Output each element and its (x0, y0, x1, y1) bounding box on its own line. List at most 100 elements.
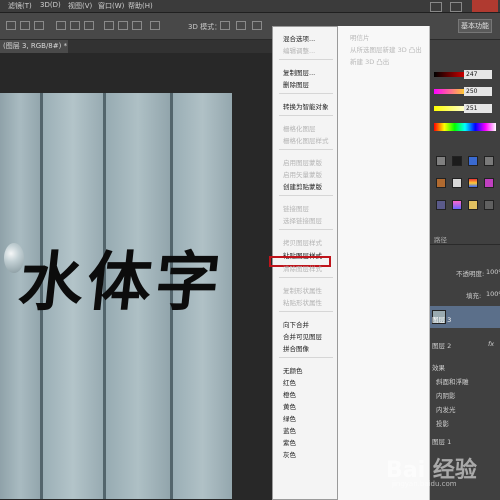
menu-separator (279, 93, 333, 94)
menu-separator (279, 59, 333, 60)
menu-help[interactable]: 帮助(H) (128, 1, 153, 11)
menu-item-new-3d-extrusion-from-layer[interactable]: 从所选图层新建 3D 凸出 (350, 44, 422, 54)
menu-separator (279, 149, 333, 150)
menu-item-violet[interactable]: 紫色 (283, 437, 296, 447)
workspace-select[interactable]: 基本功能 (458, 19, 492, 33)
distribute-middle-icon[interactable] (70, 21, 80, 30)
menu-item-clear-layer-style[interactable]: 清除图层样式 (283, 263, 322, 273)
menu-item-enable-layer-mask[interactable]: 启用图层蒙版 (283, 157, 322, 167)
menu-item-new-3d-extrusion[interactable]: 新建 3D 凸出 (350, 56, 389, 66)
red-value[interactable]: 247 (464, 70, 492, 79)
menu-item-merge-visible[interactable]: 合并可见图层 (283, 331, 322, 341)
close-window-icon[interactable] (472, 0, 498, 12)
adjustment-icon[interactable] (484, 200, 494, 210)
menu-item-link-layers[interactable]: 链接图层 (283, 203, 309, 213)
effect-bevel-emboss[interactable]: 斜面和浮雕 (436, 376, 469, 386)
menu-separator (279, 229, 333, 230)
layer-row-3[interactable]: 图层 3 (430, 306, 500, 328)
menu-item-flatten-image[interactable]: 拼合图像 (283, 343, 309, 353)
maximize-icon[interactable] (450, 2, 462, 12)
blue-value[interactable]: 251 (464, 104, 492, 113)
layer-row-2[interactable]: 图层 2 fx (430, 334, 500, 356)
opacity-value[interactable]: 100% (486, 268, 500, 276)
menu-item-copy-shape-attributes[interactable]: 复制形状属性 (283, 285, 322, 295)
menu-filter[interactable]: 滤镜(T) (8, 1, 32, 11)
menu-item-red[interactable]: 红色 (283, 377, 296, 387)
document-canvas[interactable]: 水体字 (0, 93, 232, 499)
adjustment-icon[interactable] (452, 156, 462, 166)
fill-label: 填充: (466, 292, 482, 300)
document-tab[interactable]: (图层 3, RGB/8#) * × (0, 40, 68, 63)
layer-name: 图层 3 (432, 316, 452, 324)
adjustment-icon[interactable] (468, 156, 478, 166)
menu-item-convert-smart-object[interactable]: 转换为智能对象 (283, 101, 329, 111)
distribute-top-icon[interactable] (56, 21, 66, 30)
menu-item-gray[interactable]: 灰色 (283, 449, 296, 459)
distribute-left-icon[interactable] (104, 21, 114, 30)
align-center-icon[interactable] (20, 21, 30, 30)
roll-3d-icon[interactable] (236, 21, 246, 30)
menu-item-blending-options[interactable]: 混合选项... (283, 33, 315, 43)
distribute-right-icon[interactable] (132, 21, 142, 30)
menu-item-postcard[interactable]: 明信片 (350, 32, 370, 42)
menu-item-yellow[interactable]: 黄色 (283, 401, 296, 411)
opacity-label: 不透明度: (456, 270, 485, 278)
menu-item-copy-layer-style[interactable]: 拷贝图层样式 (283, 237, 322, 247)
menu-item-enable-vector-mask[interactable]: 启用矢量蒙版 (283, 169, 322, 179)
color-spectrum[interactable] (434, 123, 496, 131)
menu-item-green[interactable]: 绿色 (283, 413, 296, 423)
adjustment-icon[interactable] (436, 200, 446, 210)
menu-item-create-clipping-mask[interactable]: 创建剪贴蒙版 (283, 181, 322, 191)
menu-item-paste-shape-attributes[interactable]: 粘贴形状属性 (283, 297, 322, 307)
menu-separator (279, 115, 333, 116)
menu-separator (279, 311, 333, 312)
menu-item-merge-down[interactable]: 向下合并 (283, 319, 309, 329)
menu-item-no-color[interactable]: 无颜色 (283, 365, 303, 375)
menu-item-delete-layer[interactable]: 删除图层 (283, 79, 309, 89)
menu-item-edit-adjustment[interactable]: 编辑调整... (283, 45, 315, 55)
green-value[interactable]: 250 (464, 87, 492, 96)
menu-item-orange[interactable]: 橙色 (283, 389, 296, 399)
effect-drop-shadow[interactable]: 投影 (436, 418, 449, 428)
distribute-hcenter-icon[interactable] (118, 21, 128, 30)
drag-3d-icon[interactable] (252, 21, 262, 30)
distribute-bottom-icon[interactable] (84, 21, 94, 30)
canvas-area: 水体字 (0, 53, 272, 500)
adjustment-icon[interactable] (436, 178, 446, 188)
adjustment-icon[interactable] (452, 200, 462, 210)
adjustment-icon[interactable] (484, 156, 494, 166)
adjustment-icon[interactable] (484, 178, 494, 188)
adjustment-icon[interactable] (468, 178, 478, 188)
calligraphy-text: 水体字 (15, 245, 228, 320)
menu-item-select-linked-layers[interactable]: 选择链接图层 (283, 215, 322, 225)
effect-inner-shadow[interactable]: 内阴影 (436, 390, 456, 400)
menu-item-duplicate-layer[interactable]: 复制图层... (283, 67, 315, 77)
auto-align-icon[interactable] (150, 21, 160, 30)
menu-bar: 滤镜(T) 3D(D) 视图(V) 窗口(W) 帮助(H) (0, 0, 500, 13)
align-right-icon[interactable] (34, 21, 44, 30)
fill-value[interactable]: 100% (486, 290, 500, 298)
menu-window[interactable]: 窗口(W) (98, 1, 124, 11)
adjustment-icon[interactable] (452, 178, 462, 188)
right-panels: 247 250 251 路径 不透明度: 100% 填充: 100% 图层 3 … (430, 40, 500, 500)
paths-tab[interactable]: 路径 (434, 234, 447, 244)
effects-label: 效果 (432, 364, 445, 372)
menu-separator (279, 277, 333, 278)
menu-view[interactable]: 视图(V) (68, 1, 92, 11)
adjustment-icon[interactable] (468, 200, 478, 210)
menu-3d[interactable]: 3D(D) (40, 1, 61, 9)
effect-inner-glow[interactable]: 内发光 (436, 404, 456, 414)
align-left-icon[interactable] (6, 21, 16, 30)
minimize-icon[interactable] (430, 2, 442, 12)
menu-item-blue[interactable]: 蓝色 (283, 425, 296, 435)
menu-item-rasterize-layer-style[interactable]: 栅格化图层样式 (283, 135, 329, 145)
mode-3d-label: 3D 模式： (188, 23, 222, 31)
fx-icon[interactable]: fx (488, 340, 494, 348)
context-menu-3d-column: 明信片 从所选图层新建 3D 凸出 新建 3D 凸出 (338, 26, 430, 500)
layer-name: 图层 2 (432, 342, 452, 350)
rotate-3d-icon[interactable] (220, 21, 230, 30)
menu-item-rasterize-layer[interactable]: 栅格化图层 (283, 123, 316, 133)
document-tab-bar: (图层 3, RGB/8#) * × (0, 40, 272, 63)
layer-row-1[interactable]: 图层 1 (430, 430, 500, 452)
adjustment-icon[interactable] (436, 156, 446, 166)
